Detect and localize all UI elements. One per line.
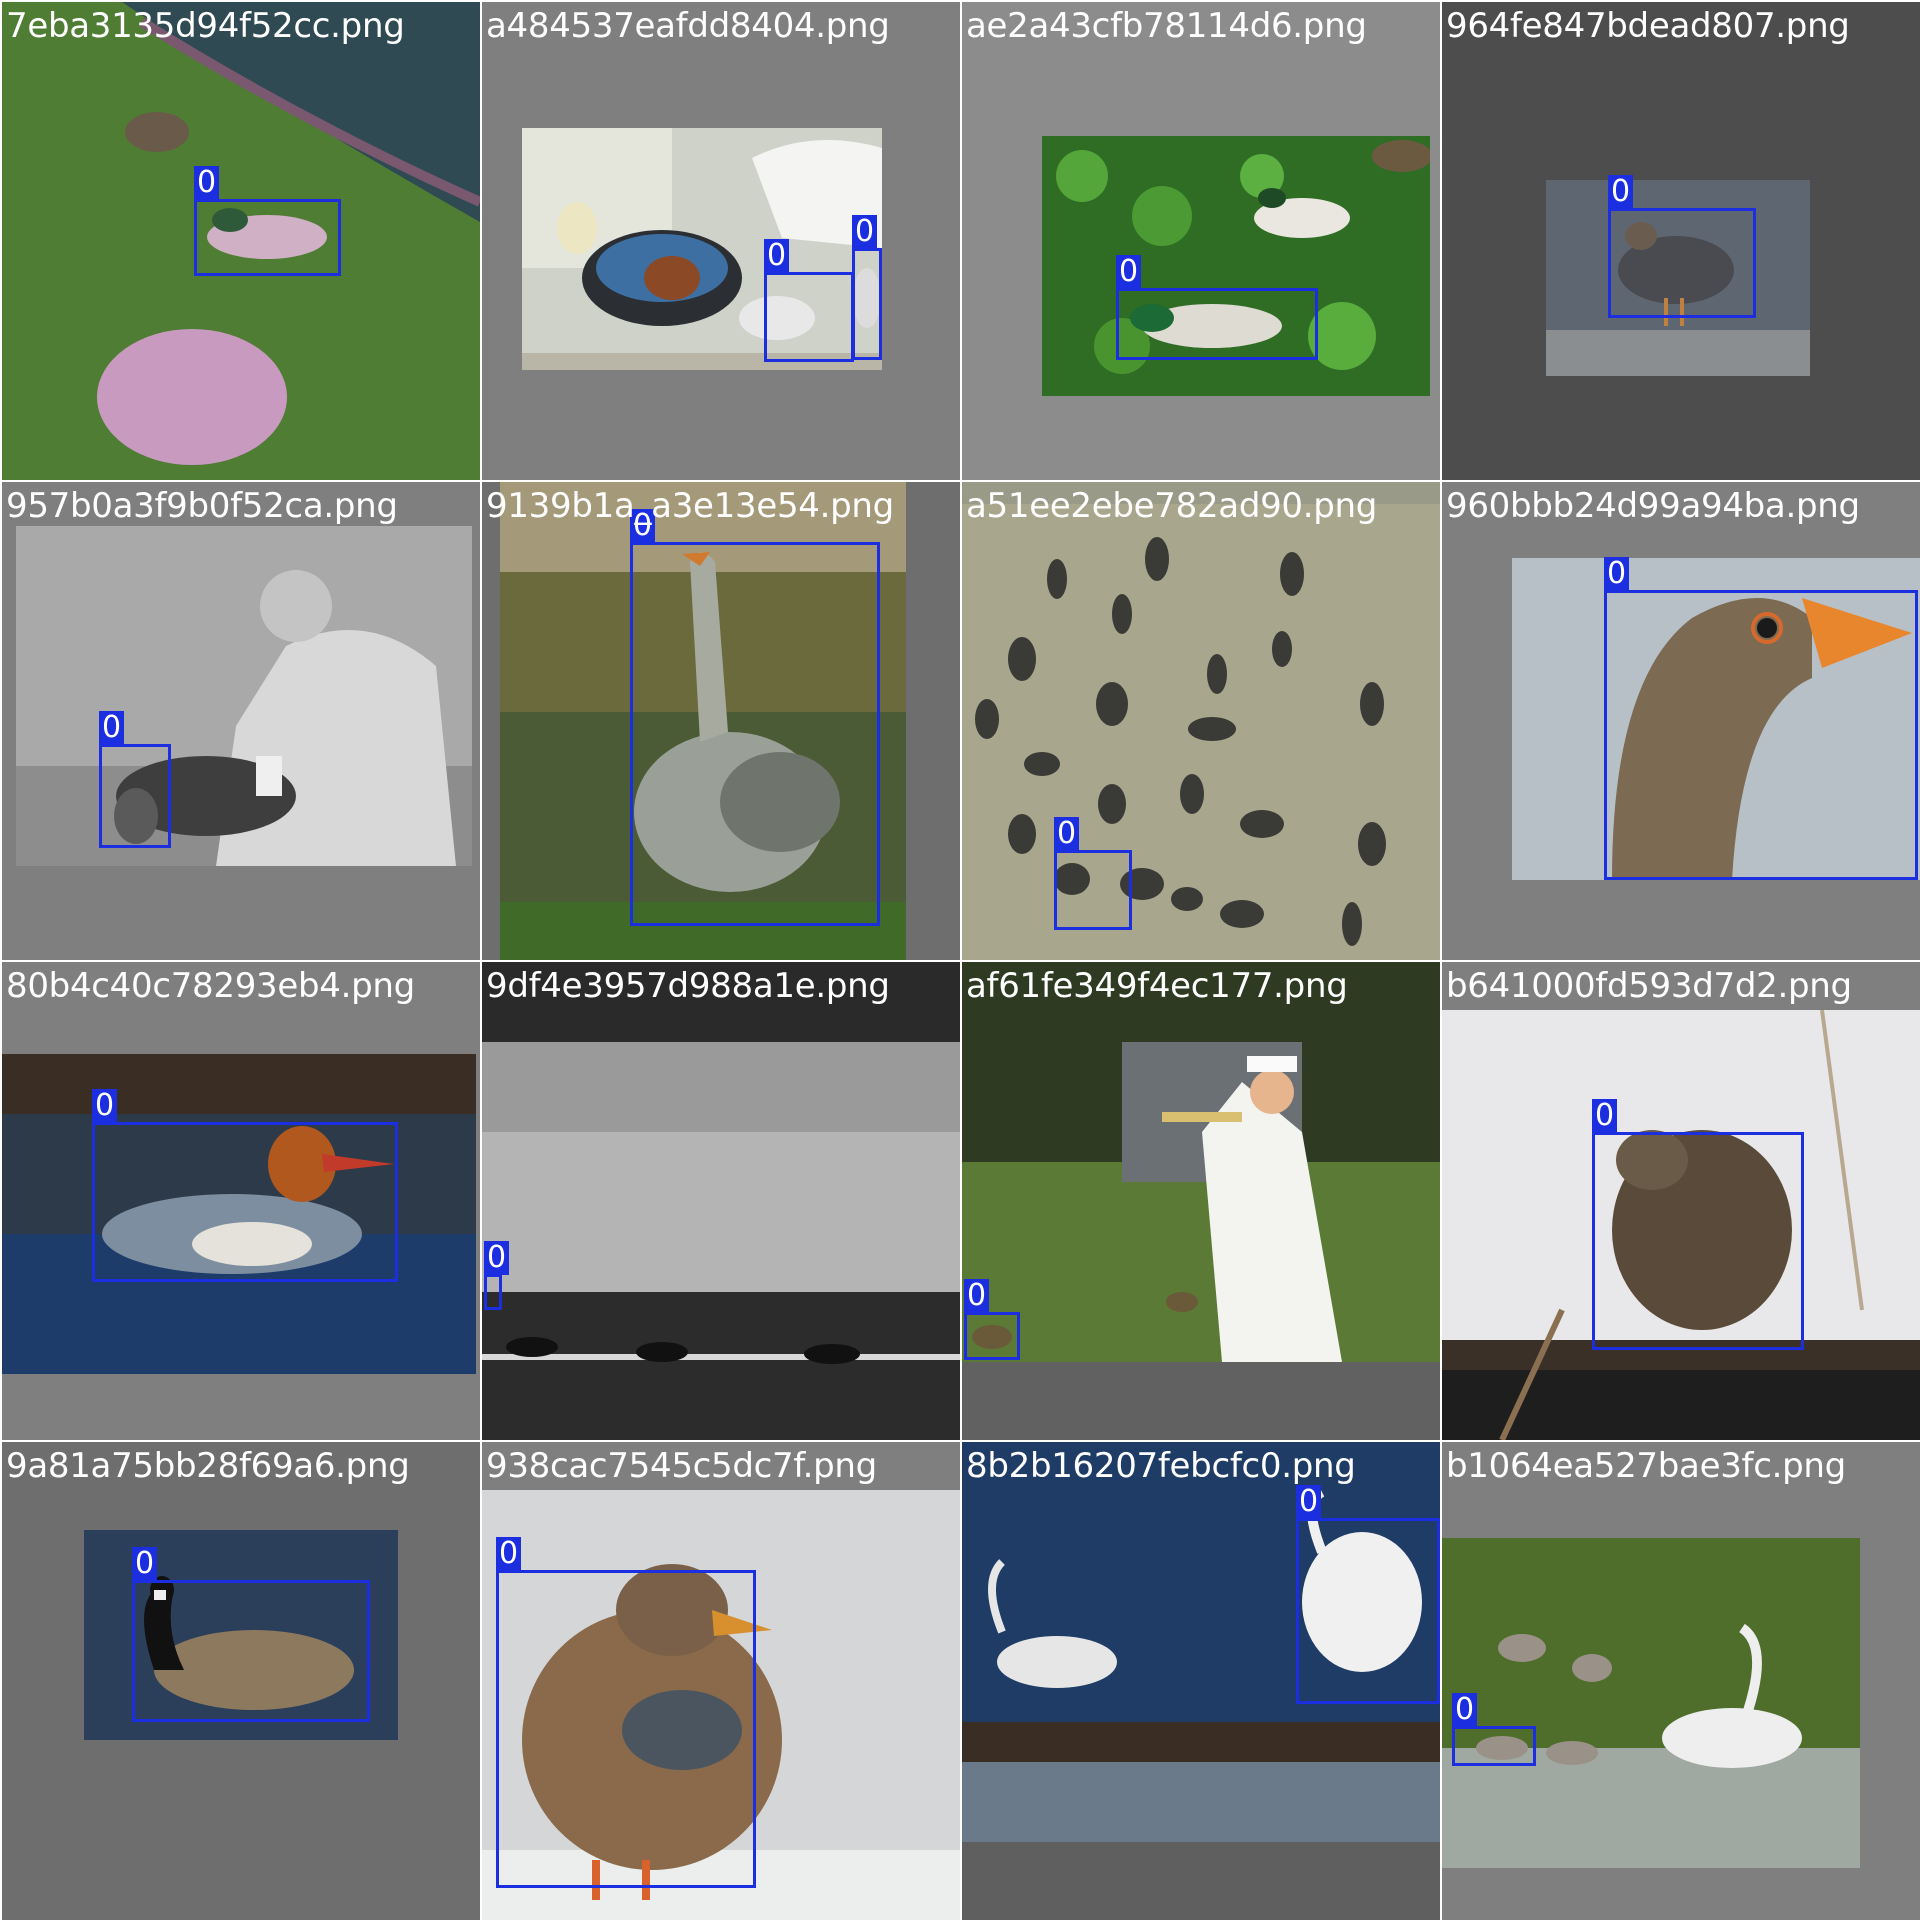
class-label: 0 xyxy=(496,1537,522,1571)
tile-female-mallard[interactable]: 0 938cac7545c5dc7f.png xyxy=(482,1442,960,1920)
tile-filename: a484537eafdd8404.png xyxy=(486,6,890,46)
tile-merganser[interactable]: 0 80b4c40c78293eb4.png xyxy=(2,962,480,1440)
tile-filename: 957b0a3f9b0f52ca.png xyxy=(6,486,398,526)
bounding-box: 0 xyxy=(496,1537,756,1888)
tile-canada-goose[interactable]: 0 9a81a75bb28f69a6.png xyxy=(2,1442,480,1920)
bounding-box: 0 xyxy=(99,711,171,848)
class-label: 0 xyxy=(1054,817,1080,851)
bounding-box: 0 xyxy=(852,215,882,360)
tile-grey-goose[interactable]: 0 9139b1a_a3e13e54.png xyxy=(482,482,960,960)
tile-filename: 80b4c40c78293eb4.png xyxy=(6,966,415,1006)
bounding-box: 0 xyxy=(1116,255,1318,360)
bounding-box: 0 xyxy=(1296,1485,1440,1704)
tile-goose-head[interactable]: 0 960bbb24d99a94ba.png xyxy=(1442,482,1920,960)
bounding-box: 0 xyxy=(1452,1693,1536,1766)
class-label: 0 xyxy=(1296,1485,1322,1519)
tile-filename: af61fe349f4ec177.png xyxy=(966,966,1348,1006)
bounding-box: 0 xyxy=(484,1241,510,1310)
tile-filename: a51ee2ebe782ad90.png xyxy=(966,486,1378,526)
bounding-box: 0 xyxy=(1604,557,1918,880)
tile-sailor-trumpet[interactable]: 0 af61fe349f4ec177.png xyxy=(962,962,1440,1440)
tile-filename: 8b2b16207febcfc0.png xyxy=(966,1446,1356,1486)
photo-sailor-trumpet xyxy=(962,962,1440,1362)
class-label: 0 xyxy=(1452,1693,1478,1727)
bounding-box: 0 xyxy=(764,239,854,362)
tile-mallards-duckweed[interactable]: 0 ae2a43cfb78114d6.png xyxy=(962,2,1440,480)
tile-geese-lake[interactable]: 0 9df4e3957d988a1e.png xyxy=(482,962,960,1440)
tile-ducks-water-bowl[interactable]: 0 0 a484537eafdd8404.png xyxy=(482,2,960,480)
tile-filename: 960bbb24d99a94ba.png xyxy=(1446,486,1860,526)
class-label: 0 xyxy=(132,1547,158,1581)
class-label: 0 xyxy=(99,711,125,745)
class-label: 0 xyxy=(484,1241,510,1275)
class-label: 0 xyxy=(1592,1099,1618,1133)
class-label: 0 xyxy=(964,1279,990,1313)
tile-filename: b1064ea527bae3fc.png xyxy=(1446,1446,1846,1486)
tile-filename: b641000fd593d7d2.png xyxy=(1446,966,1852,1006)
tile-swan-cygnets[interactable]: 0 b1064ea527bae3fc.png xyxy=(1442,1442,1920,1920)
bounding-box: 0 xyxy=(132,1547,370,1722)
class-label: 0 xyxy=(92,1089,118,1123)
bounding-box: 0 xyxy=(1592,1099,1804,1350)
tile-filename: 938cac7545c5dc7f.png xyxy=(486,1446,877,1486)
tile-man-with-duck[interactable]: 0 957b0a3f9b0f52ca.png xyxy=(2,482,480,960)
class-label: 0 xyxy=(764,239,790,273)
tile-filename: 964fe847bdead807.png xyxy=(1446,6,1850,46)
class-label: 0 xyxy=(852,215,878,249)
bounding-box: 0 xyxy=(1054,817,1132,930)
tile-filename: 9df4e3957d988a1e.png xyxy=(486,966,890,1006)
photo-black-swans xyxy=(962,504,1440,960)
tile-filename: 9139b1a_a3e13e54.png xyxy=(486,486,894,526)
class-label: 0 xyxy=(1116,255,1142,289)
tile-filename: 7eba3135d94f52cc.png xyxy=(6,6,405,46)
tile-duck-on-log[interactable]: 0 b641000fd593d7d2.png xyxy=(1442,962,1920,1440)
photo-geese-lake xyxy=(482,962,960,1440)
bounding-box: 0 xyxy=(92,1089,398,1282)
tile-swans-shoreline[interactable]: 0 8b2b16207febcfc0.png xyxy=(962,1442,1440,1920)
tile-filename: 9a81a75bb28f69a6.png xyxy=(6,1446,410,1486)
class-label: 0 xyxy=(1608,175,1634,209)
bounding-box: 0 xyxy=(1608,175,1756,318)
class-label: 0 xyxy=(1604,557,1630,591)
bounding-box: 0 xyxy=(964,1279,1020,1360)
detection-mosaic: 0 7eba3135d94f52cc.png 0 0 a484537eafdd8… xyxy=(0,0,1920,1920)
bounding-box: 0 xyxy=(630,509,880,926)
class-label: 0 xyxy=(194,166,220,200)
tile-mallard-grass[interactable]: 0 7eba3135d94f52cc.png xyxy=(2,2,480,480)
photo-man-with-duck xyxy=(16,526,472,866)
tile-filename: ae2a43cfb78114d6.png xyxy=(966,6,1367,46)
tile-black-swans[interactable]: 0 a51ee2ebe782ad90.png xyxy=(962,482,1440,960)
tile-duck-pavement[interactable]: 0 964fe847bdead807.png xyxy=(1442,2,1920,480)
photo-swan-cygnets xyxy=(1442,1538,1860,1868)
bounding-box: 0 xyxy=(194,166,341,276)
